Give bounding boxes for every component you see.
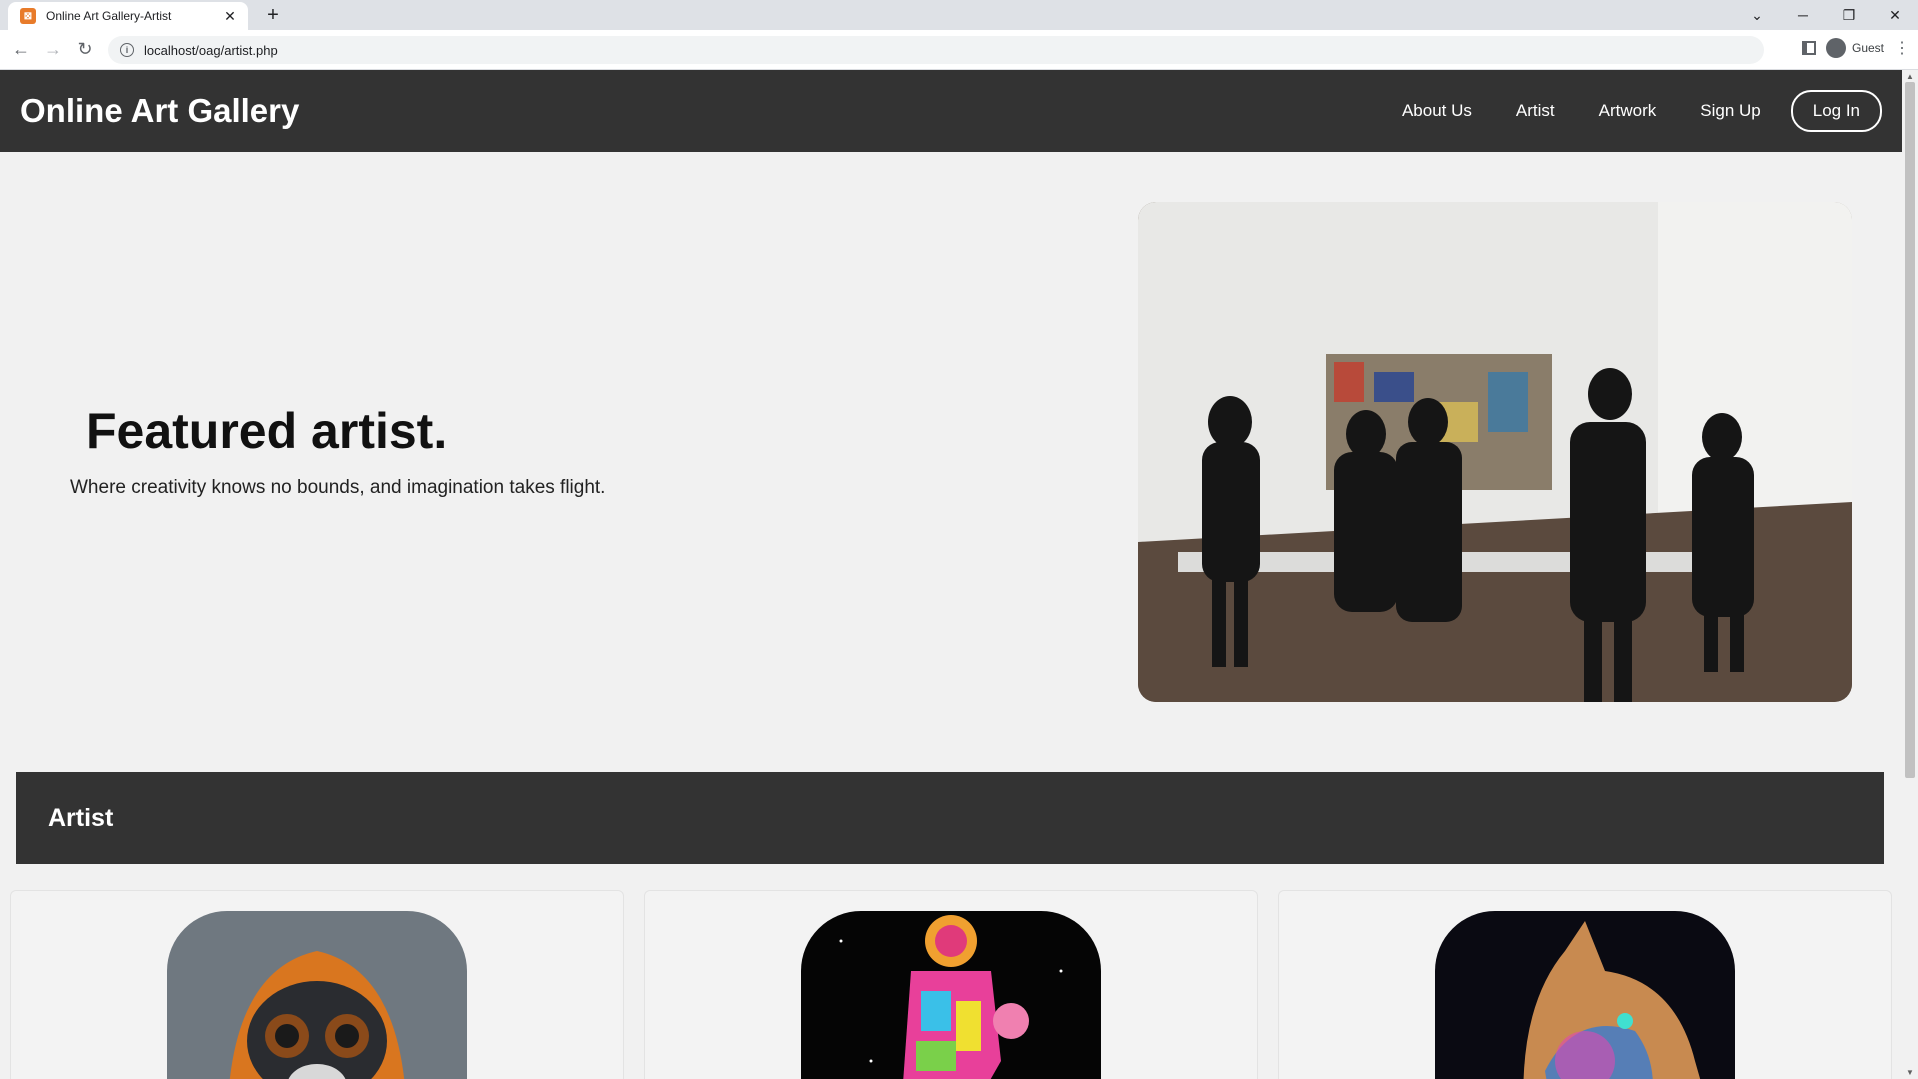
login-button[interactable]: Log In [1790, 90, 1882, 132]
web-page: Online Art Gallery About Us Artist Artwo… [0, 70, 1902, 1079]
dropdown-icon[interactable]: ⌄ [1734, 7, 1780, 24]
address-toolbar: ← → ↻ i localhost/oag/artist.php Guest ⋮ [0, 30, 1918, 70]
artist-avatar-cosmic-cat [1435, 911, 1735, 1079]
close-icon[interactable]: ✕ [222, 8, 238, 25]
artist-card[interactable] [644, 890, 1258, 1079]
nav-about-us[interactable]: About Us [1402, 101, 1472, 121]
nav-artist[interactable]: Artist [1516, 101, 1555, 121]
favicon-icon: ⊠ [20, 8, 36, 24]
artist-card[interactable] [10, 890, 624, 1079]
restore-icon[interactable]: ❐ [1826, 7, 1872, 24]
forward-arrow-icon[interactable]: → [42, 39, 64, 60]
scroll-down-icon[interactable]: ▼ [1902, 1068, 1918, 1077]
artist-card[interactable] [1278, 890, 1892, 1079]
new-tab-icon[interactable]: + [262, 4, 284, 27]
nav-artwork[interactable]: Artwork [1599, 101, 1657, 121]
scroll-up-icon[interactable]: ▲ [1902, 72, 1918, 81]
info-icon[interactable]: i [120, 43, 134, 57]
nav-sign-up[interactable]: Sign Up [1700, 101, 1760, 121]
gallery-photo [1138, 202, 1852, 702]
nav-links: About Us Artist Artwork Sign Up Log In [1402, 90, 1882, 132]
menu-kebab-icon[interactable]: ⋮ [1894, 38, 1910, 58]
browser-tab-strip: ⊠ Online Art Gallery-Artist ✕ + ⌄ ─ ❐ ✕ [0, 0, 1918, 30]
window-close-icon[interactable]: ✕ [1872, 7, 1918, 24]
artist-avatar-astronaut [801, 911, 1101, 1079]
site-brand[interactable]: Online Art Gallery [20, 92, 299, 130]
hero-title: Featured artist. [86, 403, 448, 459]
scroll-thumb[interactable] [1905, 82, 1915, 778]
reload-icon[interactable]: ↻ [74, 39, 96, 60]
side-panel-icon[interactable] [1801, 41, 1816, 55]
page-scrollbar[interactable]: ▲ ▼ [1902, 70, 1918, 1079]
back-arrow-icon[interactable]: ← [10, 39, 32, 60]
artist-section-header: Artist [16, 772, 1884, 864]
url-bar[interactable]: i localhost/oag/artist.php [108, 36, 1764, 64]
tab-title: Online Art Gallery-Artist [46, 9, 172, 23]
artist-avatar-cat-helmet [167, 911, 467, 1079]
minimize-icon[interactable]: ─ [1780, 7, 1826, 23]
window-controls: ⌄ ─ ❐ ✕ [1734, 0, 1918, 30]
url-text: localhost/oag/artist.php [144, 42, 278, 58]
browser-tab[interactable]: ⊠ Online Art Gallery-Artist ✕ [8, 2, 248, 30]
profile-label: Guest [1851, 41, 1884, 55]
profile-button[interactable]: Guest [1825, 38, 1884, 58]
section-title: Artist [48, 804, 114, 832]
site-navbar: Online Art Gallery About Us Artist Artwo… [0, 70, 1902, 152]
profile-icon [1825, 38, 1846, 58]
hero-subtitle: Where creativity knows no bounds, and im… [70, 477, 606, 498]
